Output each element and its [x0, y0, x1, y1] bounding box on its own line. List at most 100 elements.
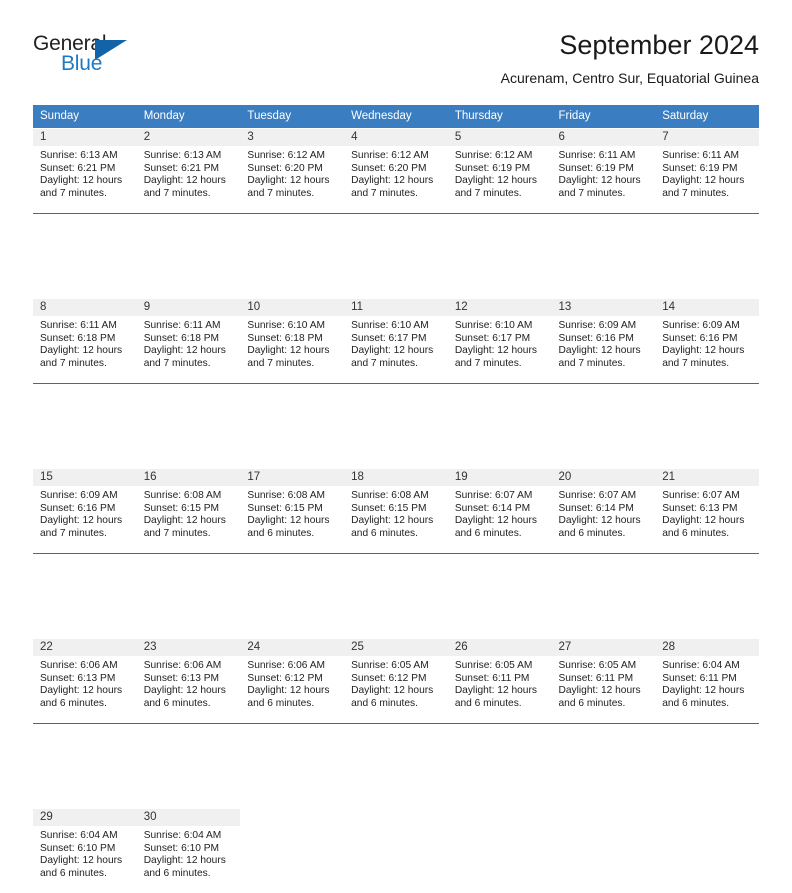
day-cell[interactable]: 3 Sunrise: 6:12 AM Sunset: 6:20 PM Daylight…: [240, 128, 345, 213]
daylight-text-line2: and 6 minutes.: [351, 697, 418, 709]
day-cell[interactable]: 7 Sunrise: 6:11 AM Sunset: 6:19 PM Daylight…: [655, 128, 759, 213]
day-cell[interactable]: 23 Sunrise: 6:06 AM Sunset: 6:13 PM Dayligh…: [136, 638, 241, 723]
sunset-text: Sunset: 6:17 PM: [351, 332, 427, 344]
calendar-header-row: Sunday Monday Tuesday Wednesday Thursday…: [33, 105, 759, 128]
daylight-text-line1: Daylight: 12 hours: [558, 345, 641, 357]
day-cell-empty: [551, 808, 656, 893]
daylight-text-line1: Daylight: 12 hours: [143, 685, 226, 697]
day-cell-empty: [344, 808, 448, 893]
calendar-page: General Blue September 2024 Acurenam, Ce…: [0, 0, 792, 893]
day-details: Sunrise: 6:04 AM Sunset: 6:10 PM Daylight:…: [33, 826, 137, 880]
day-cell[interactable]: 14 Sunrise: 6:09 AM Sunset: 6:16 PM Dayligh…: [655, 298, 759, 383]
day-cell[interactable]: 20 Sunrise: 6:07 AM Sunset: 6:14 PM Dayligh…: [551, 468, 656, 553]
week-separator-cell: [33, 383, 759, 468]
sunrise-text: Sunrise: 6:13 AM: [143, 150, 222, 161]
sunset-text: Sunset: 6:11 PM: [662, 672, 737, 684]
day-number: 22: [33, 639, 137, 656]
day-cell[interactable]: 18 Sunrise: 6:08 AM Sunset: 6:15 PM Dayligh…: [344, 468, 448, 553]
calendar-body: 1 Sunrise: 6:13 AM Sunset: 6:21 PM Daylight…: [33, 128, 759, 893]
day-cell[interactable]: 2 Sunrise: 6:13 AM Sunset: 6:21 PM Daylight…: [136, 128, 241, 213]
day-cell[interactable]: 15 Sunrise: 6:09 AM Sunset: 6:16 PM Dayligh…: [33, 468, 137, 553]
sunrise-text: Sunrise: 6:06 AM: [143, 660, 222, 671]
weekday-header-wednesday: Wednesday: [344, 105, 448, 128]
sunrise-text: Sunrise: 6:12 AM: [247, 150, 325, 161]
sunset-text: Sunset: 6:17 PM: [454, 332, 531, 344]
day-cell[interactable]: 5 Sunrise: 6:12 AM Sunset: 6:19 PM Daylight…: [447, 128, 552, 213]
day-cell[interactable]: 6 Sunrise: 6:11 AM Sunset: 6:19 PM Daylight…: [551, 128, 656, 213]
day-cell[interactable]: 30 Sunrise: 6:04 AM Sunset: 6:10 PM Dayligh…: [136, 808, 241, 893]
sunset-text: Sunset: 6:18 PM: [247, 332, 323, 344]
day-cell[interactable]: 11 Sunrise: 6:10 AM Sunset: 6:17 PM Dayligh…: [344, 298, 448, 383]
day-cell[interactable]: 13 Sunrise: 6:09 AM Sunset: 6:16 PM Dayligh…: [551, 298, 656, 383]
daylight-text-line1: Daylight: 12 hours: [351, 175, 434, 187]
daylight-text-line1: Daylight: 12 hours: [351, 685, 434, 697]
week-separator: [33, 213, 759, 298]
day-number: 18: [344, 469, 448, 486]
daylight-text-line2: and 7 minutes.: [351, 187, 418, 199]
sunrise-text: Sunrise: 6:10 AM: [351, 320, 429, 331]
day-number: 12: [447, 299, 552, 316]
week-separator: [33, 383, 759, 468]
day-cell[interactable]: 21 Sunrise: 6:07 AM Sunset: 6:13 PM Dayligh…: [655, 468, 759, 553]
day-cell[interactable]: 1 Sunrise: 6:13 AM Sunset: 6:21 PM Daylight…: [33, 128, 137, 213]
day-cell[interactable]: 4 Sunrise: 6:12 AM Sunset: 6:20 PM Daylight…: [344, 128, 448, 213]
daylight-text-line1: Daylight: 12 hours: [247, 685, 330, 697]
day-details: Sunrise: 6:11 AM Sunset: 6:18 PM Daylight:…: [137, 316, 241, 370]
sunrise-text: Sunrise: 6:05 AM: [558, 660, 637, 671]
sunrise-text: Sunrise: 6:11 AM: [143, 320, 221, 331]
day-cell[interactable]: 29 Sunrise: 6:04 AM Sunset: 6:10 PM Dayligh…: [33, 808, 137, 893]
day-cell[interactable]: 22 Sunrise: 6:06 AM Sunset: 6:13 PM Dayligh…: [33, 638, 137, 723]
day-cell[interactable]: 16 Sunrise: 6:08 AM Sunset: 6:15 PM Dayligh…: [136, 468, 241, 553]
week-divider-line: [33, 723, 759, 724]
daylight-text-line2: and 6 minutes.: [662, 697, 730, 709]
day-cell[interactable]: 9 Sunrise: 6:11 AM Sunset: 6:18 PM Daylight…: [136, 298, 241, 383]
sunrise-text: Sunrise: 6:07 AM: [558, 490, 637, 501]
sunset-text: Sunset: 6:20 PM: [247, 162, 323, 174]
daylight-text-line1: Daylight: 12 hours: [351, 515, 434, 527]
day-cell-empty: [655, 808, 759, 893]
sunrise-text: Sunrise: 6:12 AM: [351, 150, 429, 161]
day-cell[interactable]: 12 Sunrise: 6:10 AM Sunset: 6:17 PM Dayligh…: [447, 298, 552, 383]
day-cell[interactable]: 27 Sunrise: 6:05 AM Sunset: 6:11 PM Dayligh…: [551, 638, 656, 723]
logo-text-blue: Blue: [61, 52, 103, 75]
daylight-text-line1: Daylight: 12 hours: [143, 855, 226, 867]
sunrise-text: Sunrise: 6:07 AM: [662, 490, 740, 501]
day-cell[interactable]: 19 Sunrise: 6:07 AM Sunset: 6:14 PM Dayligh…: [447, 468, 552, 553]
sunset-text: Sunset: 6:14 PM: [454, 502, 531, 514]
daylight-text-line1: Daylight: 12 hours: [143, 345, 226, 357]
sunrise-text: Sunrise: 6:09 AM: [558, 320, 637, 331]
day-details: Sunrise: 6:13 AM Sunset: 6:21 PM Daylight:…: [137, 146, 241, 200]
sunset-text: Sunset: 6:19 PM: [454, 162, 531, 174]
week-divider-line: [33, 553, 759, 554]
daylight-text-line2: and 7 minutes.: [40, 187, 107, 199]
daylight-text-line1: Daylight: 12 hours: [662, 515, 745, 527]
day-number: 6: [551, 129, 656, 146]
sunrise-text: Sunrise: 6:08 AM: [143, 490, 222, 501]
daylight-text-line1: Daylight: 12 hours: [143, 175, 226, 187]
weekday-header-friday: Friday: [551, 105, 656, 128]
day-details: Sunrise: 6:09 AM Sunset: 6:16 PM Daylight:…: [33, 486, 137, 540]
daylight-text-line1: Daylight: 12 hours: [454, 685, 537, 697]
general-blue-logo[interactable]: General Blue: [33, 32, 153, 80]
daylight-text-line2: and 7 minutes.: [662, 357, 730, 369]
day-cell[interactable]: 10 Sunrise: 6:10 AM Sunset: 6:18 PM Dayligh…: [240, 298, 345, 383]
sunrise-text: Sunrise: 6:13 AM: [40, 150, 118, 161]
day-cell[interactable]: 24 Sunrise: 6:06 AM Sunset: 6:12 PM Dayligh…: [240, 638, 345, 723]
day-cell[interactable]: 17 Sunrise: 6:08 AM Sunset: 6:15 PM Dayligh…: [240, 468, 345, 553]
sunset-text: Sunset: 6:19 PM: [558, 162, 634, 174]
day-number: 3: [240, 129, 345, 146]
daylight-text-line1: Daylight: 12 hours: [40, 685, 123, 697]
week-divider-line: [33, 383, 759, 384]
day-cell[interactable]: 8 Sunrise: 6:11 AM Sunset: 6:18 PM Daylight…: [33, 298, 137, 383]
sunrise-text: Sunrise: 6:11 AM: [662, 150, 740, 161]
daylight-text-line2: and 7 minutes.: [40, 527, 107, 539]
sunrise-text: Sunrise: 6:11 AM: [558, 150, 636, 161]
sunset-text: Sunset: 6:11 PM: [558, 672, 634, 684]
day-cell[interactable]: 28 Sunrise: 6:04 AM Sunset: 6:11 PM Dayligh…: [655, 638, 759, 723]
daylight-text-line2: and 6 minutes.: [351, 527, 418, 539]
day-cell[interactable]: 25 Sunrise: 6:05 AM Sunset: 6:12 PM Dayligh…: [344, 638, 448, 723]
day-cell[interactable]: 26 Sunrise: 6:05 AM Sunset: 6:11 PM Dayligh…: [447, 638, 552, 723]
sunrise-text: Sunrise: 6:09 AM: [662, 320, 740, 331]
day-details: Sunrise: 6:05 AM Sunset: 6:11 PM Daylight:…: [448, 656, 552, 710]
sunrise-text: Sunrise: 6:07 AM: [454, 490, 533, 501]
